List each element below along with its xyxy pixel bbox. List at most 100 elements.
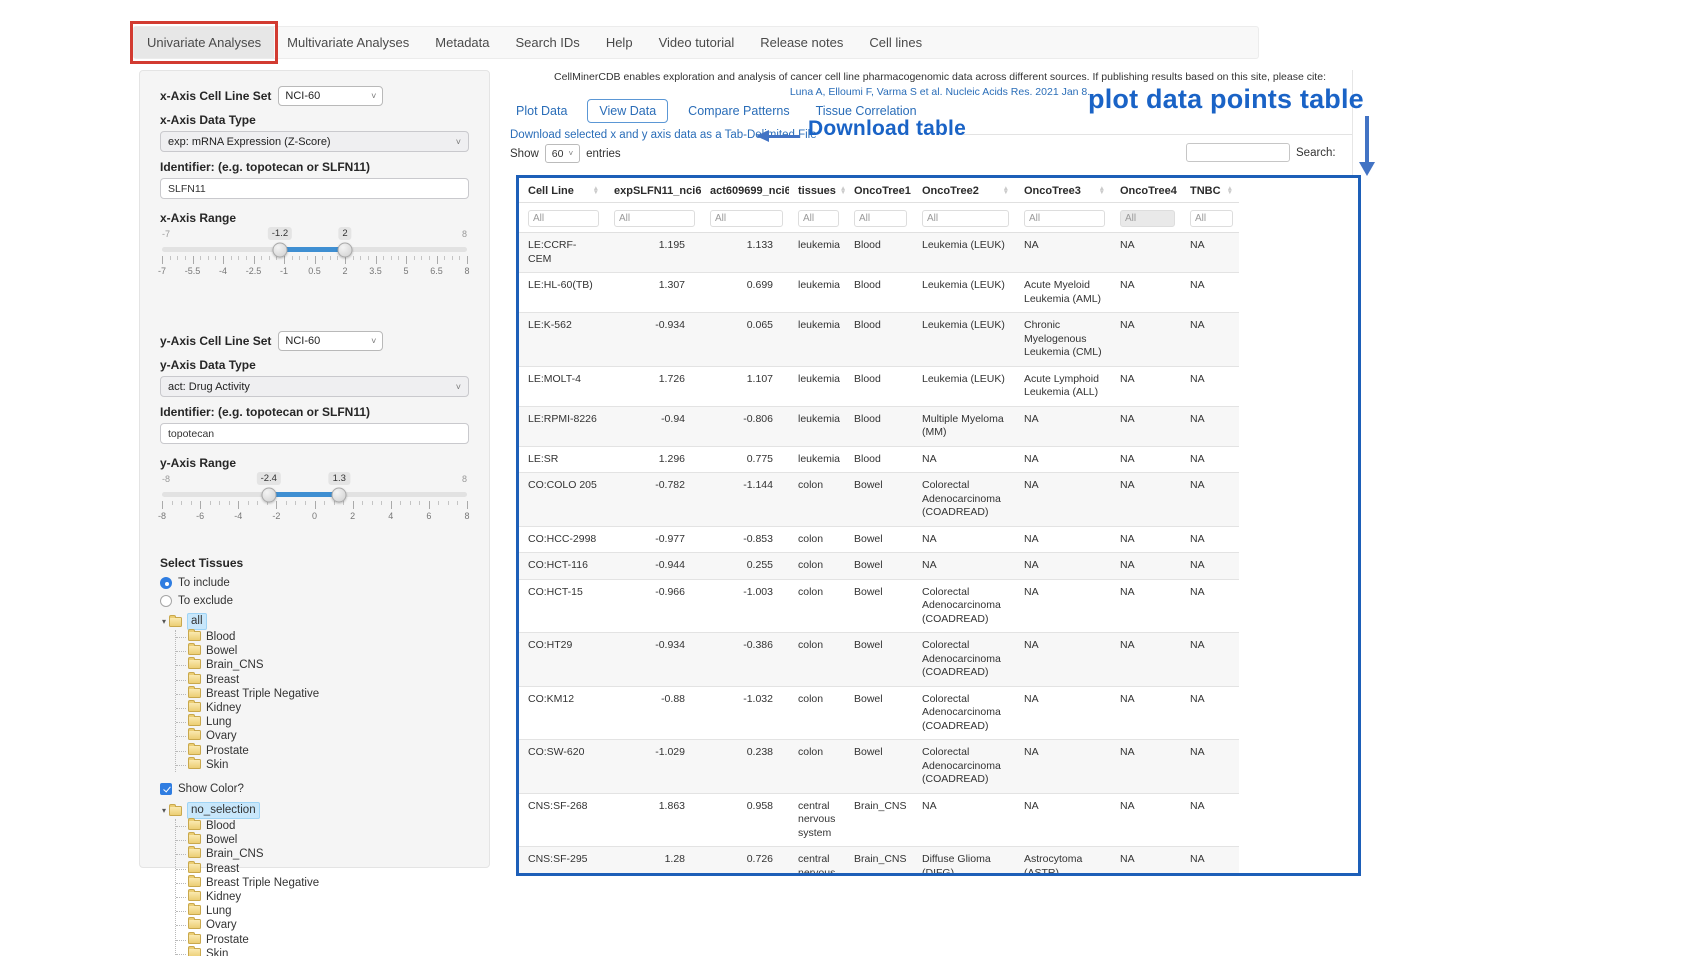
nav-item-metadata[interactable]: Metadata [422,27,502,58]
tree-root-no-selection[interactable]: ▾no_selection [162,802,469,819]
tree-item-bowel[interactable]: Bowel [176,833,469,847]
show-entries: Show 60 ˅ entries [510,144,621,163]
slider-tick [315,501,316,509]
cell-oncotree2: Leukemia (LEUK) [913,273,1015,313]
tree-item-prostate[interactable]: Prostate [176,933,469,947]
entries-value: 60 [552,148,564,160]
entries-select[interactable]: 60 ˅ [545,144,580,163]
column-header-oncotree2[interactable]: OncoTree2▲▼ [913,178,1015,203]
tree-item-brain-cns[interactable]: Brain_CNS [176,847,469,861]
tree-item-prostate[interactable]: Prostate [176,744,469,758]
down-arrow-icon [1359,162,1375,176]
filter-input-oncotree2[interactable] [922,210,1009,227]
nav-item-help[interactable]: Help [593,27,646,58]
slider-minor-tick [324,501,325,505]
slider-handle-from[interactable] [272,242,287,257]
tree-item-blood[interactable]: Blood [176,819,469,833]
tree-item-breast[interactable]: Breast [176,673,469,687]
slider-handle-to[interactable] [332,487,347,502]
filter-input-tnbc[interactable] [1190,210,1233,227]
filter-input-oncotree1[interactable] [854,210,907,227]
cell-oncotree1: Brain_CNS [845,847,913,877]
nav-item-univariate-analyses[interactable]: Univariate Analyses [134,27,274,58]
column-header-tnbc[interactable]: TNBC▲▼ [1181,178,1239,203]
column-header-oncotree1[interactable]: OncoTree1▲▼ [845,178,913,203]
left-arrow-icon [756,130,769,142]
tree-item-breast[interactable]: Breast [176,862,469,876]
tree-item-breast-triple-negative[interactable]: Breast Triple Negative [176,687,469,701]
y-range-label: y-Axis Range [160,456,469,470]
slider-handle-from[interactable] [261,487,276,502]
nav-item-release-notes[interactable]: Release notes [747,27,856,58]
tree-item-bowel[interactable]: Bowel [176,644,469,658]
tree-item-kidney[interactable]: Kidney [176,890,469,904]
search-input[interactable] [1186,143,1290,162]
slider-handle-to[interactable] [338,242,353,257]
y-range-slider[interactable]: -88-2.41.3-8-6-4-202468 [162,474,467,534]
tree-item-lung[interactable]: Lung [176,715,469,729]
tree-item-label: Skin [206,948,228,956]
radio-to-exclude-label: To exclude [178,595,233,607]
tree-item-kidney[interactable]: Kidney [176,701,469,715]
nav-item-video-tutorial[interactable]: Video tutorial [646,27,748,58]
filter-input-oncotree3[interactable] [1024,210,1105,227]
tree-item-blood[interactable]: Blood [176,630,469,644]
nav-item-search-ids[interactable]: Search IDs [503,27,593,58]
y-data-type-select[interactable]: act: Drug Activity ˅ [160,376,469,397]
slider-minor-tick [398,256,399,260]
column-header-act609699-nci60[interactable]: act609699_nci60▲▼ [701,178,789,203]
nav-item-cell-lines[interactable]: Cell lines [856,27,935,58]
x-cell-line-set-value: NCI-60 [285,90,320,102]
x-data-type-select[interactable]: exp: mRNA Expression (Z-Score) ˅ [160,131,469,152]
slider-tick-label: -5.5 [185,266,201,276]
tree-item-brain-cns[interactable]: Brain_CNS [176,658,469,672]
cell-cell-line: LE:CCRF-CEM [519,233,605,273]
column-header-label: tissues [798,185,836,197]
column-header-oncotree3[interactable]: OncoTree3▲▼ [1015,178,1111,203]
slider-tick-label: -8 [158,511,166,521]
tab-plot-data[interactable]: Plot Data [510,100,573,122]
nav-item-multivariate-analyses[interactable]: Multivariate Analyses [274,27,422,58]
filter-input-act609699-nci60[interactable] [710,210,783,227]
column-header-oncotree4[interactable]: OncoTree4▲▼ [1111,178,1181,203]
tree-item-label: Brain_CNS [206,848,264,860]
tree-item-label: Blood [206,631,235,643]
radio-to-exclude[interactable]: To exclude [160,595,469,607]
tree-item-breast-triple-negative[interactable]: Breast Triple Negative [176,876,469,890]
filter-input-tissues[interactable] [798,210,839,227]
show-color-checkbox[interactable]: Show Color? [160,783,469,795]
filter-cell-oncotree4 [1111,203,1181,233]
y-identifier-input[interactable] [160,423,469,444]
cell-oncotree3: Acute Lymphoid Leukemia (ALL) [1015,366,1111,406]
tab-view-data[interactable]: View Data [587,99,668,123]
tree-item-ovary[interactable]: Ovary [176,729,469,743]
table-row-co-km12: CO:KM12-0.88-1.032colonBowelColorectal A… [519,686,1239,740]
cell-oncotree1: Blood [845,273,913,313]
cell-oncotree1: Bowel [845,553,913,580]
tree-item-skin[interactable]: Skin [176,758,469,772]
slider-minor-tick [229,501,230,505]
cell-tissues: colon [789,553,845,580]
tree-item-lung[interactable]: Lung [176,904,469,918]
tree-root-all[interactable]: ▾all [162,613,469,630]
slider-tick-label: 5 [403,266,408,276]
nav-item-label: Search IDs [516,35,580,50]
column-header-expslfn11-nci60[interactable]: expSLFN11_nci60▲▼ [605,178,701,203]
x-cell-line-set-select[interactable]: NCI-60 ˅ [278,86,383,106]
cell-expslfn11-nci60: -0.944 [605,553,701,580]
slider-tick [429,501,430,509]
x-range-slider[interactable]: -78-1.22-7-5.5-4-2.5-10.523.556.58 [162,229,467,289]
table-row-co-ht29: CO:HT29-0.934-0.386colonBowelColorectal … [519,633,1239,687]
filter-input-cell-line[interactable] [528,210,599,227]
y-cell-line-set-select[interactable]: NCI-60 ˅ [278,331,383,351]
tab-compare-patterns[interactable]: Compare Patterns [682,100,795,122]
x-identifier-input[interactable] [160,178,469,199]
tree-item-ovary[interactable]: Ovary [176,918,469,932]
tree-item-label: Kidney [206,891,241,903]
column-header-tissues[interactable]: tissues▲▼ [789,178,845,203]
tree-item-skin[interactable]: Skin [176,947,469,956]
cell-oncotree3: NA [1015,473,1111,527]
radio-to-include[interactable]: To include [160,577,469,589]
filter-input-expslfn11-nci60[interactable] [614,210,695,227]
column-header-cell-line[interactable]: Cell Line▲▼ [519,178,605,203]
